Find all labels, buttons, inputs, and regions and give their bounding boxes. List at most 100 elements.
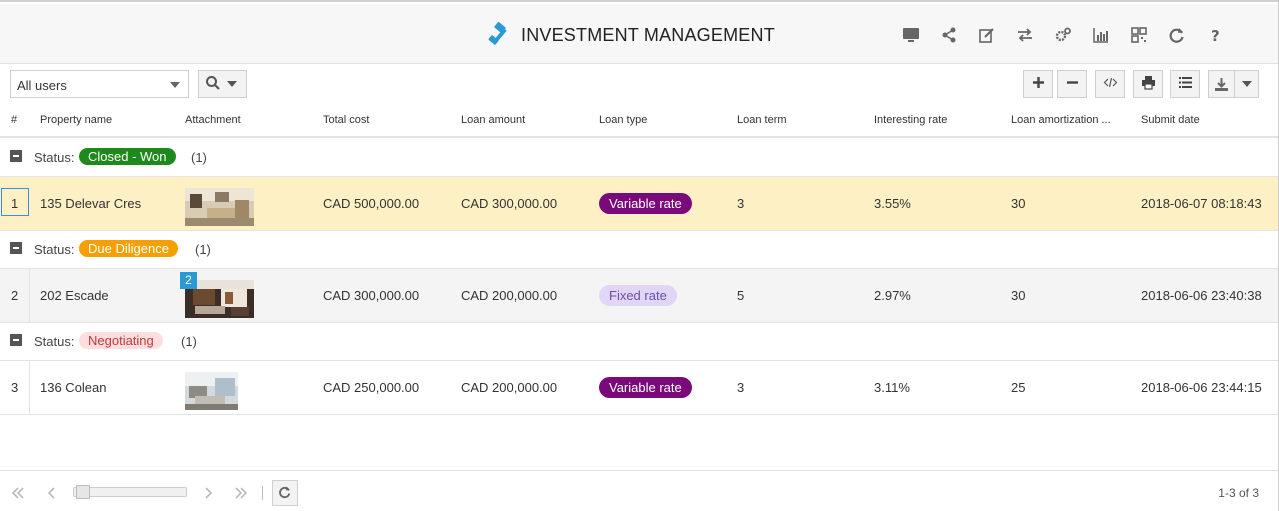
refresh-icon: [278, 485, 292, 502]
group-row-negotiating: Status: Negotiating (1): [0, 323, 1278, 361]
collapse-icon[interactable]: [10, 334, 22, 346]
user-filter-select[interactable]: All users: [10, 70, 189, 98]
user-filter-value: All users: [17, 78, 67, 93]
chevron-down-icon: [227, 81, 237, 87]
column-header-loan-amortization[interactable]: Loan amortization ...: [1011, 114, 1111, 126]
qrcode-icon[interactable]: [1120, 24, 1158, 46]
remove-button[interactable]: [1057, 70, 1087, 98]
search-icon: [205, 75, 221, 94]
transfer-icon[interactable]: [1006, 24, 1044, 46]
row-index-cell[interactable]: 3: [0, 361, 30, 414]
table-row[interactable]: 1 135 Delevar Cres CAD 500,000.00 CAD 30…: [0, 177, 1278, 231]
column-header-loan-amount[interactable]: Loan amount: [461, 114, 525, 126]
table-row[interactable]: 3 136 Colean CAD 250,000.00 CAD 200,000.…: [0, 361, 1278, 415]
print-icon: [1141, 75, 1156, 93]
column-header-attachment[interactable]: Attachment: [185, 114, 241, 126]
column-header-loan-term[interactable]: Loan term: [737, 114, 787, 126]
pager: 1-3 of 3: [0, 470, 1278, 511]
loan-term-cell: 3: [737, 380, 745, 395]
code-icon: [1103, 75, 1118, 93]
submit-date-cell: 2018-06-07 08:18:43: [1141, 196, 1262, 211]
remove-icon: [1065, 75, 1080, 93]
column-header-interest-rate[interactable]: Interesting rate: [874, 114, 947, 126]
chevron-down-icon: [170, 82, 180, 88]
group-count: (1): [195, 242, 211, 257]
group-row-closed-won: Status: Closed - Won (1): [0, 139, 1278, 177]
first-page-icon[interactable]: [5, 480, 31, 506]
column-header-property-name[interactable]: Property name: [40, 114, 112, 126]
next-page-icon[interactable]: [195, 480, 221, 506]
status-badge: Due Diligence: [79, 240, 178, 257]
submit-date-cell: 2018-06-06 23:40:38: [1141, 288, 1262, 303]
attachment-count-badge: 2: [180, 272, 197, 289]
page-info: 1-3 of 3: [1218, 486, 1259, 500]
svg-text:?: ?: [1211, 27, 1220, 44]
group-label: Status:: [34, 334, 75, 349]
previous-page-icon[interactable]: [39, 480, 65, 506]
list-view-button[interactable]: [1170, 70, 1200, 98]
monitor-icon[interactable]: [892, 24, 930, 46]
loan-amount-cell: CAD 200,000.00: [461, 380, 558, 395]
total-cost-cell: CAD 500,000.00: [323, 196, 420, 211]
total-cost-cell: CAD 300,000.00: [323, 288, 420, 303]
collapse-icon[interactable]: [10, 150, 22, 162]
status-badge: Closed - Won: [79, 148, 176, 165]
export-button-group[interactable]: [1208, 70, 1259, 98]
collapse-icon[interactable]: [10, 242, 22, 254]
help-icon[interactable]: ?: [1196, 24, 1234, 46]
submit-date-cell: 2018-06-06 23:44:15: [1141, 380, 1262, 395]
app-frame: INVESTMENT MANAGEMENT ? All users # Prop…: [0, 0, 1279, 511]
edit-icon[interactable]: [968, 24, 1006, 46]
amortization-cell: 25: [1011, 380, 1026, 395]
page-slider[interactable]: [73, 485, 187, 499]
amortization-cell: 30: [1011, 196, 1026, 211]
row-index-cell[interactable]: 2: [0, 269, 30, 322]
download-icon[interactable]: [1209, 71, 1235, 97]
column-header-index[interactable]: #: [11, 114, 17, 126]
chart-icon[interactable]: [1082, 24, 1120, 46]
header-actions: ?: [892, 24, 1234, 46]
property-name-cell: 135 Delevar Cres: [40, 196, 142, 211]
row-index: 1: [11, 196, 19, 211]
last-page-icon[interactable]: [228, 480, 254, 506]
column-header-submit-date[interactable]: Submit date: [1141, 114, 1200, 126]
loan-term-cell: 3: [737, 196, 745, 211]
column-header-total-cost[interactable]: Total cost: [323, 114, 369, 126]
toolbar: All users: [0, 65, 1278, 103]
loan-type-badge: Variable rate: [599, 377, 692, 398]
table-row[interactable]: 2 202 Escade 2 CAD 300,000.00 CAD 200,00…: [0, 269, 1278, 323]
grid-header: # Property name Attachment Total cost Lo…: [0, 103, 1278, 138]
group-label: Status:: [34, 242, 75, 257]
row-index: 2: [11, 288, 19, 303]
search-button[interactable]: [198, 70, 247, 98]
attachment-thumbnail[interactable]: [185, 372, 238, 410]
interest-rate-cell: 2.97%: [874, 288, 911, 303]
add-icon: [1031, 75, 1046, 93]
total-cost-cell: CAD 250,000.00: [323, 380, 420, 395]
settings-icon[interactable]: [1044, 24, 1082, 46]
refresh-icon[interactable]: [1158, 24, 1196, 46]
attachment-thumbnail[interactable]: [185, 188, 254, 226]
export-menu-toggle[interactable]: [1235, 71, 1258, 97]
column-header-loan-type[interactable]: Loan type: [599, 114, 647, 126]
list-icon: [1178, 75, 1193, 93]
chevron-down-icon: [1241, 81, 1252, 87]
row-index: 3: [11, 380, 19, 395]
group-count: (1): [181, 334, 197, 349]
row-index-cell[interactable]: 1: [1, 188, 29, 216]
add-button[interactable]: [1023, 70, 1053, 98]
app-header: INVESTMENT MANAGEMENT ?: [0, 4, 1278, 64]
code-button[interactable]: [1095, 70, 1125, 98]
pager-refresh-button[interactable]: [272, 480, 298, 506]
loan-term-cell: 5: [737, 288, 745, 303]
title-wrap: INVESTMENT MANAGEMENT: [486, 22, 775, 48]
page-title: INVESTMENT MANAGEMENT: [521, 24, 775, 45]
group-count: (1): [191, 150, 207, 165]
share-icon[interactable]: [930, 24, 968, 46]
interest-rate-cell: 3.55%: [874, 196, 911, 211]
print-button[interactable]: [1133, 70, 1163, 98]
property-name-cell: 136 Colean: [40, 380, 107, 395]
status-badge: Negotiating: [79, 332, 163, 349]
amortization-cell: 30: [1011, 288, 1026, 303]
slider-handle[interactable]: [76, 485, 90, 499]
